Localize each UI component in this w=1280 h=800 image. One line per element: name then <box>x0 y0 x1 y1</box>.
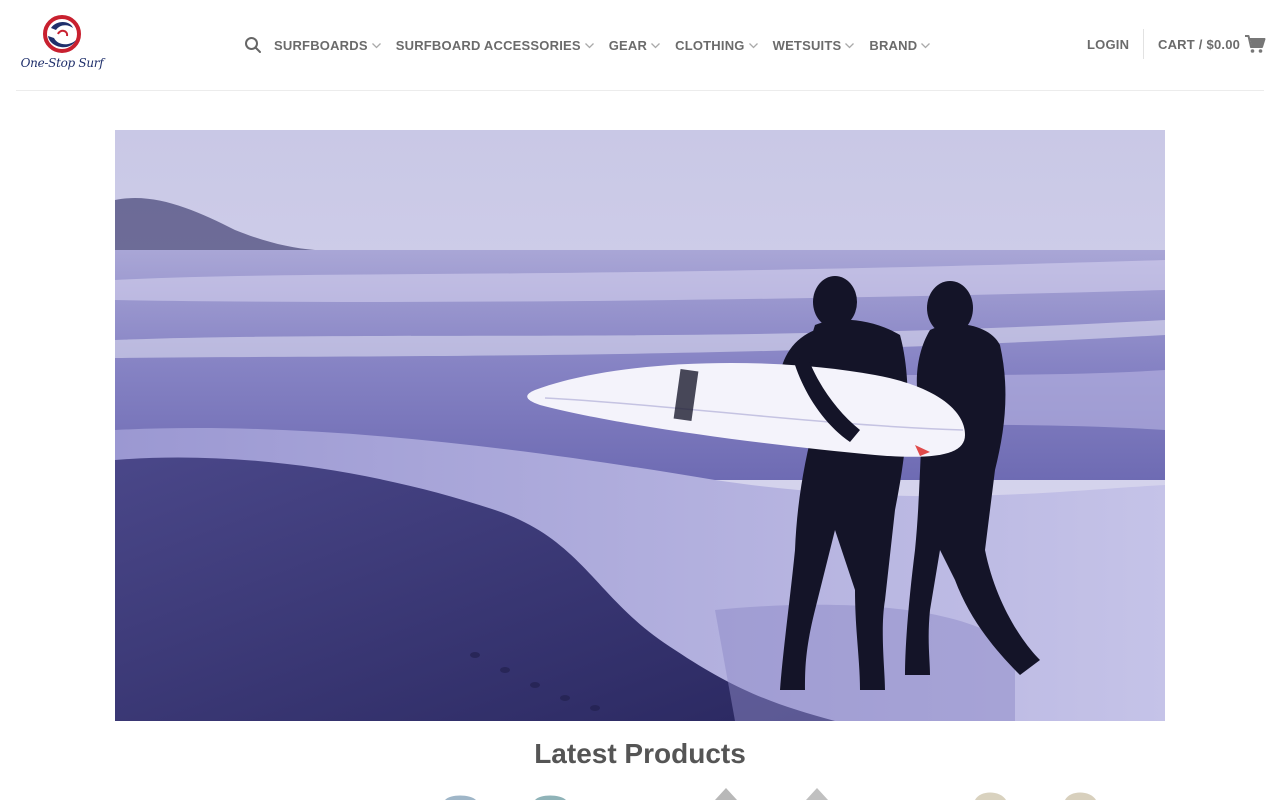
cart-link[interactable]: CART / $0.00 <box>1158 37 1240 52</box>
chevron-down-icon <box>371 42 381 48</box>
nav-item-label: GEAR <box>608 37 648 53</box>
site-header: One-Stop Surf SURFBOARDS SURFBOARD ACCES… <box>0 0 1280 90</box>
login-link[interactable]: LOGIN <box>1087 37 1129 52</box>
search-icon[interactable] <box>244 36 262 54</box>
header-bottom-border <box>16 90 1264 91</box>
nav-item-brand[interactable]: BRAND <box>869 38 931 53</box>
chevron-down-icon <box>845 42 855 48</box>
brand-logo[interactable]: One-Stop Surf <box>18 14 106 76</box>
product-thumb-1[interactable] <box>445 795 476 800</box>
shopping-cart-icon[interactable] <box>1244 33 1266 55</box>
nav-item-surfboards[interactable]: SURFBOARDS <box>274 38 382 53</box>
product-thumb-5[interactable] <box>975 792 1006 800</box>
chevron-down-icon <box>748 42 758 48</box>
chevron-down-icon <box>584 42 594 48</box>
cart-label: CART / <box>1158 37 1203 52</box>
product-thumbnails-partial <box>445 788 1096 800</box>
hero-surfers-image <box>115 130 1165 721</box>
hero-banner <box>115 130 1165 721</box>
logo-mark-icon <box>43 15 81 53</box>
nav-item-clothing[interactable]: CLOTHING <box>675 38 758 53</box>
cart-amount: $0.00 <box>1206 37 1241 52</box>
chevron-down-icon <box>921 42 931 48</box>
nav-item-label: WETSUITS <box>772 37 842 53</box>
nav-item-gear[interactable]: GEAR <box>609 38 661 53</box>
nav-item-label: SURFBOARD ACCESSORIES <box>395 37 581 53</box>
nav-item-label: BRAND <box>869 37 918 53</box>
brand-name: One-Stop Surf <box>20 56 104 70</box>
main-nav: SURFBOARDS SURFBOARD ACCESSORIES GEAR CL… <box>244 33 945 57</box>
latest-products-title: Latest Products <box>534 738 746 769</box>
nav-item-wetsuits[interactable]: WETSUITS <box>773 38 856 53</box>
header-divider <box>1143 29 1144 59</box>
product-thumb-4[interactable] <box>806 788 828 800</box>
nav-item-surfboard-accessories[interactable]: SURFBOARD ACCESSORIES <box>396 38 595 53</box>
nav-item-label: SURFBOARDS <box>274 37 368 53</box>
nav-item-label: CLOTHING <box>675 37 745 53</box>
product-thumb-2[interactable] <box>535 795 566 800</box>
product-thumb-6[interactable] <box>1065 792 1096 800</box>
product-thumb-3[interactable] <box>715 788 737 800</box>
chevron-down-icon <box>651 42 661 48</box>
